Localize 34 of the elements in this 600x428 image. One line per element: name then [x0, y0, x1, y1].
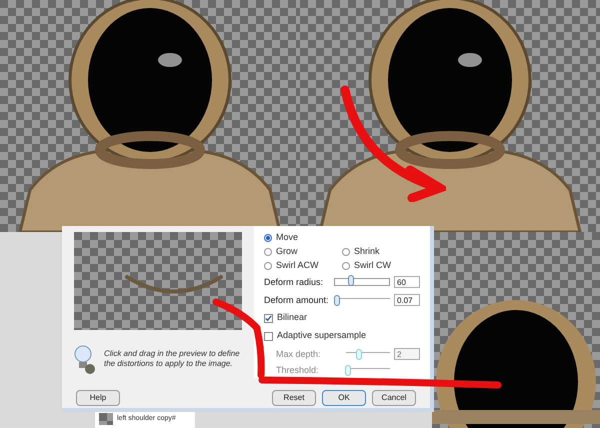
dialog-button[interactable]: OK — [322, 390, 366, 406]
radio-indicator[interactable] — [264, 248, 272, 256]
checkbox[interactable] — [264, 332, 273, 340]
radio-option[interactable]: Shrink — [342, 246, 420, 258]
slider-track[interactable] — [334, 278, 390, 286]
spin-field[interactable]: 0.07 — [394, 294, 420, 306]
slider-label: Threshold: — [276, 364, 320, 376]
preview-area[interactable] — [74, 232, 242, 330]
slider-track[interactable] — [334, 298, 390, 306]
radio-option[interactable]: Move — [264, 232, 420, 244]
layer-thumbnail — [99, 413, 113, 425]
spin-field[interactable]: 60 — [394, 276, 420, 288]
slider-thumb[interactable] — [348, 275, 354, 286]
radio-indicator[interactable] — [264, 234, 272, 242]
checkbox-option[interactable]: Adaptive supersample — [264, 328, 420, 344]
dialog-button[interactable]: Reset — [272, 390, 316, 406]
slider-track[interactable] — [346, 368, 390, 376]
radio-indicator[interactable] — [342, 262, 350, 270]
radio-option[interactable]: Swirl ACW — [264, 260, 342, 272]
slider-thumb[interactable] — [334, 295, 340, 306]
slider-label: Deform amount: — [264, 294, 330, 306]
slider-label: Deform radius: — [264, 276, 324, 288]
radio-option[interactable]: Grow — [264, 246, 342, 258]
slider-label: Max depth: — [276, 348, 322, 360]
hint-text: Click and drag in the preview to define the distortions to apply to the image. — [104, 349, 241, 369]
dialog-button[interactable]: Help — [76, 390, 120, 406]
dialog-button[interactable]: Cancel — [372, 390, 416, 406]
radio-indicator[interactable] — [264, 262, 272, 270]
slider-track[interactable] — [346, 352, 390, 360]
checkbox[interactable] — [264, 314, 273, 322]
radio-indicator[interactable] — [342, 248, 350, 256]
radio-option[interactable]: Swirl CW — [342, 260, 420, 272]
lightbulb-icon — [72, 344, 96, 374]
checkbox-option[interactable]: Bilinear — [264, 310, 420, 326]
